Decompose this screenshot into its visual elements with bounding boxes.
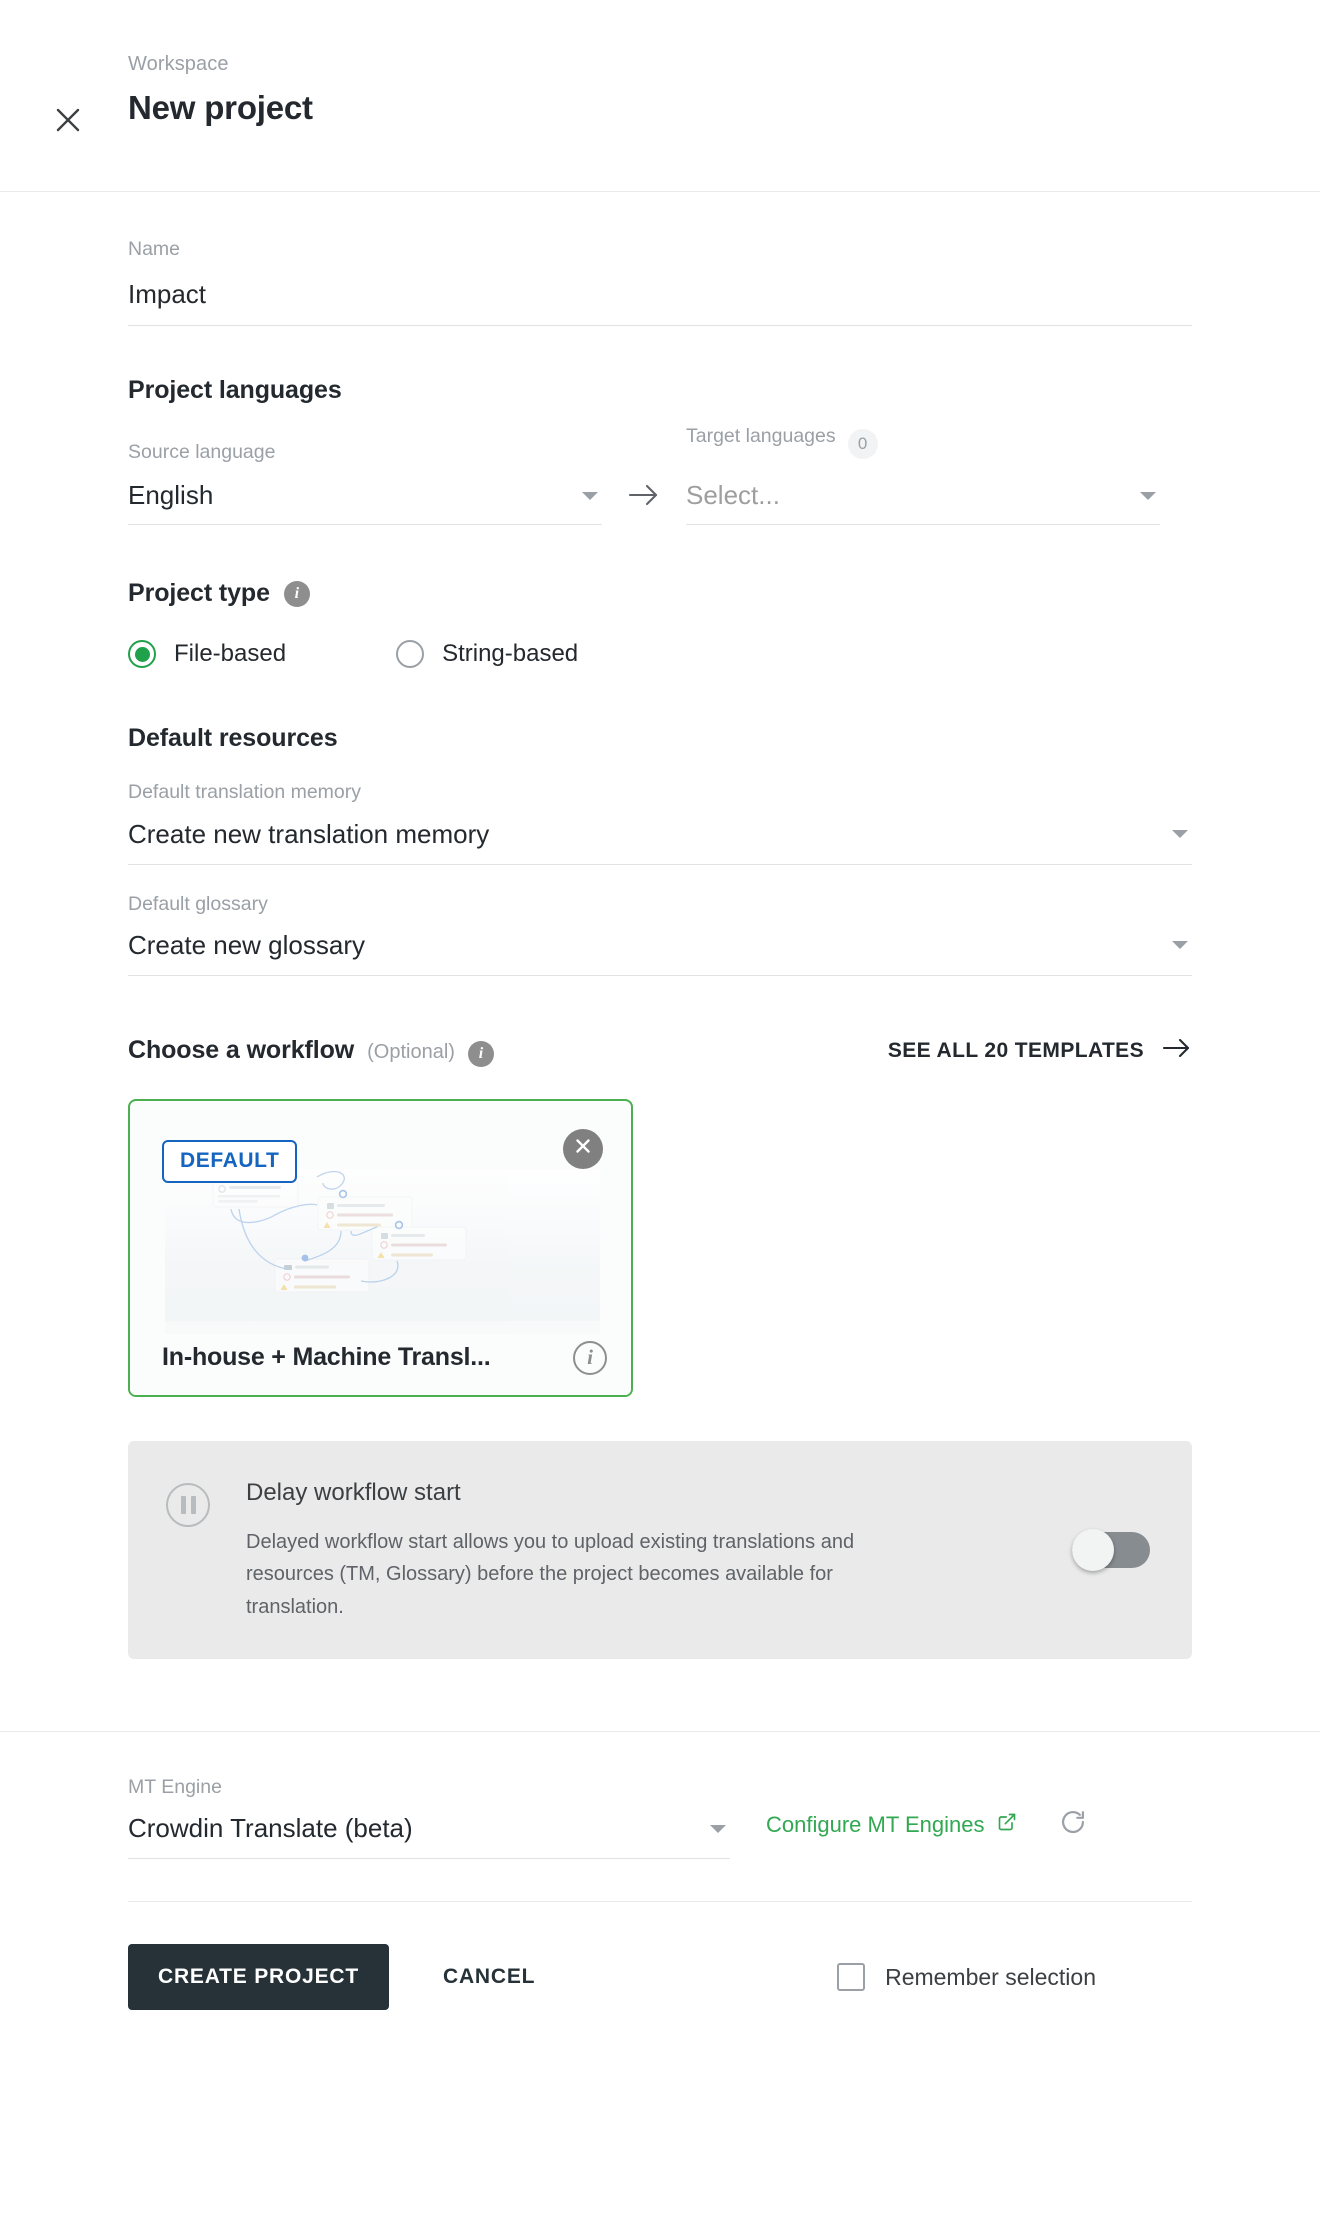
see-all-templates-label: SEE ALL 20 TEMPLATES [887, 1039, 1144, 1063]
radio-file-based[interactable]: File-based [128, 640, 287, 669]
chevron-down-icon[interactable] [710, 1824, 726, 1833]
workflow-title-group: Choose a workflow (Optional) i [128, 1036, 494, 1067]
default-tm-value: Create new translation memory [128, 818, 490, 849]
radio-string-based-indicator [396, 640, 425, 669]
info-icon[interactable]: i [283, 580, 310, 607]
name-input[interactable]: Impact [128, 261, 1192, 324]
radio-string-based[interactable]: String-based [396, 640, 579, 669]
delay-workflow-toggle[interactable] [1072, 1528, 1150, 1571]
default-glossary-label: Default glossary [128, 892, 268, 915]
mt-engine-value: Crowdin Translate (beta) [128, 1813, 413, 1844]
target-languages-group: Target languages 0 Select... [686, 425, 1160, 526]
dialog-body: Name Impact Project languages Source lan… [0, 192, 1320, 2011]
cancel-button[interactable]: CANCEL [421, 1944, 557, 2010]
mt-engine-label: MT Engine [128, 1775, 222, 1798]
default-tm-underline [128, 863, 1192, 865]
configure-mt-engines-link[interactable]: Configure MT Engines [766, 1812, 1017, 1838]
default-glossary-group: Default glossary Create new glossary [128, 893, 1192, 976]
workflow-diagram-thumbnail [165, 1168, 600, 1334]
mt-engine-row: MT Engine Crowdin Translate (beta) Confi… [128, 1732, 1192, 1860]
actions-divider [128, 1901, 1192, 1903]
workflow-default-badge: DEFAULT [162, 1139, 298, 1183]
refresh-mt-engines-button[interactable] [1059, 1808, 1087, 1841]
workflow-card-remove-button[interactable] [563, 1128, 603, 1169]
target-languages-select[interactable]: Select... [686, 480, 1160, 524]
source-language-group: Source language English [128, 441, 602, 526]
refresh-icon [1059, 1808, 1087, 1841]
source-language-select[interactable]: English [128, 480, 602, 524]
header-text-group: Workspace New project [128, 0, 313, 126]
page-title: New project [128, 89, 313, 126]
configure-mt-engines-label: Configure MT Engines [766, 1811, 985, 1837]
target-languages-label-row: Target languages 0 [686, 425, 1160, 464]
mt-engine-select[interactable]: Crowdin Translate (beta) [128, 1813, 730, 1858]
external-link-icon [997, 1812, 1017, 1838]
target-languages-underline [686, 524, 1160, 526]
default-tm-select[interactable]: Create new translation memory [128, 819, 1192, 864]
arrow-right-icon [1162, 1037, 1192, 1065]
default-resources-section: Default resources Default translation me… [128, 668, 1192, 976]
delay-workflow-text: Delay workflow start Delayed workflow st… [246, 1479, 936, 1623]
mt-engine-underline [128, 1858, 730, 1860]
name-field-group: Name Impact [128, 192, 1192, 326]
workflow-title: Choose a workflow [128, 1035, 355, 1064]
close-circle-icon [572, 1135, 594, 1162]
language-direction-arrow [602, 482, 686, 525]
project-type-title: Project type [128, 579, 270, 608]
workflow-template-card[interactable]: DEFAULT In-house + Machine Transl... i [128, 1098, 633, 1397]
remember-selection-checkbox[interactable] [837, 1963, 866, 1992]
dialog-header: Workspace New project [0, 0, 1320, 192]
source-language-value: English [128, 479, 214, 510]
project-type-radio-group: File-based String-based [128, 640, 1192, 669]
delay-workflow-title: Delay workflow start [246, 1478, 461, 1506]
default-tm-label: Default translation memory [128, 781, 362, 804]
workflow-optional-label: (Optional) [367, 1040, 455, 1063]
remember-selection-control[interactable]: Remember selection [837, 1963, 1192, 1992]
workflow-header-row: Choose a workflow (Optional) i SEE ALL 2… [128, 976, 1192, 1067]
dialog-actions: CREATE PROJECT CANCEL Remember selection [128, 1944, 1192, 2011]
name-label: Name [128, 238, 181, 260]
project-type-section: Project type i File-based String-based [128, 525, 1192, 669]
project-languages-title: Project languages [128, 375, 342, 404]
chevron-down-icon[interactable] [1172, 941, 1188, 950]
info-icon[interactable]: i [467, 1040, 494, 1067]
mt-engine-group: MT Engine Crowdin Translate (beta) [128, 1775, 730, 1860]
pause-icon [166, 1482, 210, 1527]
close-dialog-button[interactable] [48, 100, 88, 140]
project-type-title-row: Project type i [128, 579, 1192, 608]
close-icon [53, 105, 83, 135]
remember-selection-label: Remember selection [885, 1963, 1096, 1990]
workflow-card-footer: In-house + Machine Transl... i [130, 1320, 631, 1395]
chevron-down-icon[interactable] [1140, 491, 1156, 500]
radio-file-based-label: File-based [174, 640, 287, 668]
default-tm-group: Default translation memory Create new tr… [128, 781, 1192, 865]
default-resources-title: Default resources [128, 724, 338, 753]
delay-workflow-banner: Delay workflow start Delayed workflow st… [128, 1440, 1192, 1659]
source-language-label: Source language [128, 440, 276, 463]
chevron-down-icon[interactable] [1172, 830, 1188, 839]
target-languages-value: Select... [686, 479, 780, 510]
project-languages-section: Project languages Source language Englis… [128, 326, 1192, 526]
info-circle-icon[interactable]: i [573, 1340, 607, 1375]
delay-workflow-description: Delayed workflow start allows you to upl… [246, 1530, 855, 1618]
source-language-underline [128, 524, 602, 526]
mt-engine-actions: Configure MT Engines [766, 1808, 1087, 1859]
default-glossary-value: Create new glossary [128, 929, 365, 960]
arrow-right-icon [627, 482, 661, 513]
default-glossary-select[interactable]: Create new glossary [128, 930, 1192, 975]
target-languages-count-badge: 0 [847, 429, 878, 460]
create-project-button[interactable]: CREATE PROJECT [128, 1944, 389, 2011]
see-all-templates-link[interactable]: SEE ALL 20 TEMPLATES [888, 1037, 1192, 1065]
workflow-card-title: In-house + Machine Transl... [162, 1343, 491, 1372]
language-selectors-row: Source language English Target languages [128, 425, 1192, 526]
chevron-down-icon[interactable] [582, 491, 598, 500]
radio-string-based-label: String-based [442, 640, 579, 668]
toggle-knob [1072, 1528, 1114, 1571]
target-languages-label: Target languages [686, 424, 836, 447]
radio-file-based-indicator [128, 640, 156, 669]
breadcrumb: Workspace [128, 53, 229, 75]
